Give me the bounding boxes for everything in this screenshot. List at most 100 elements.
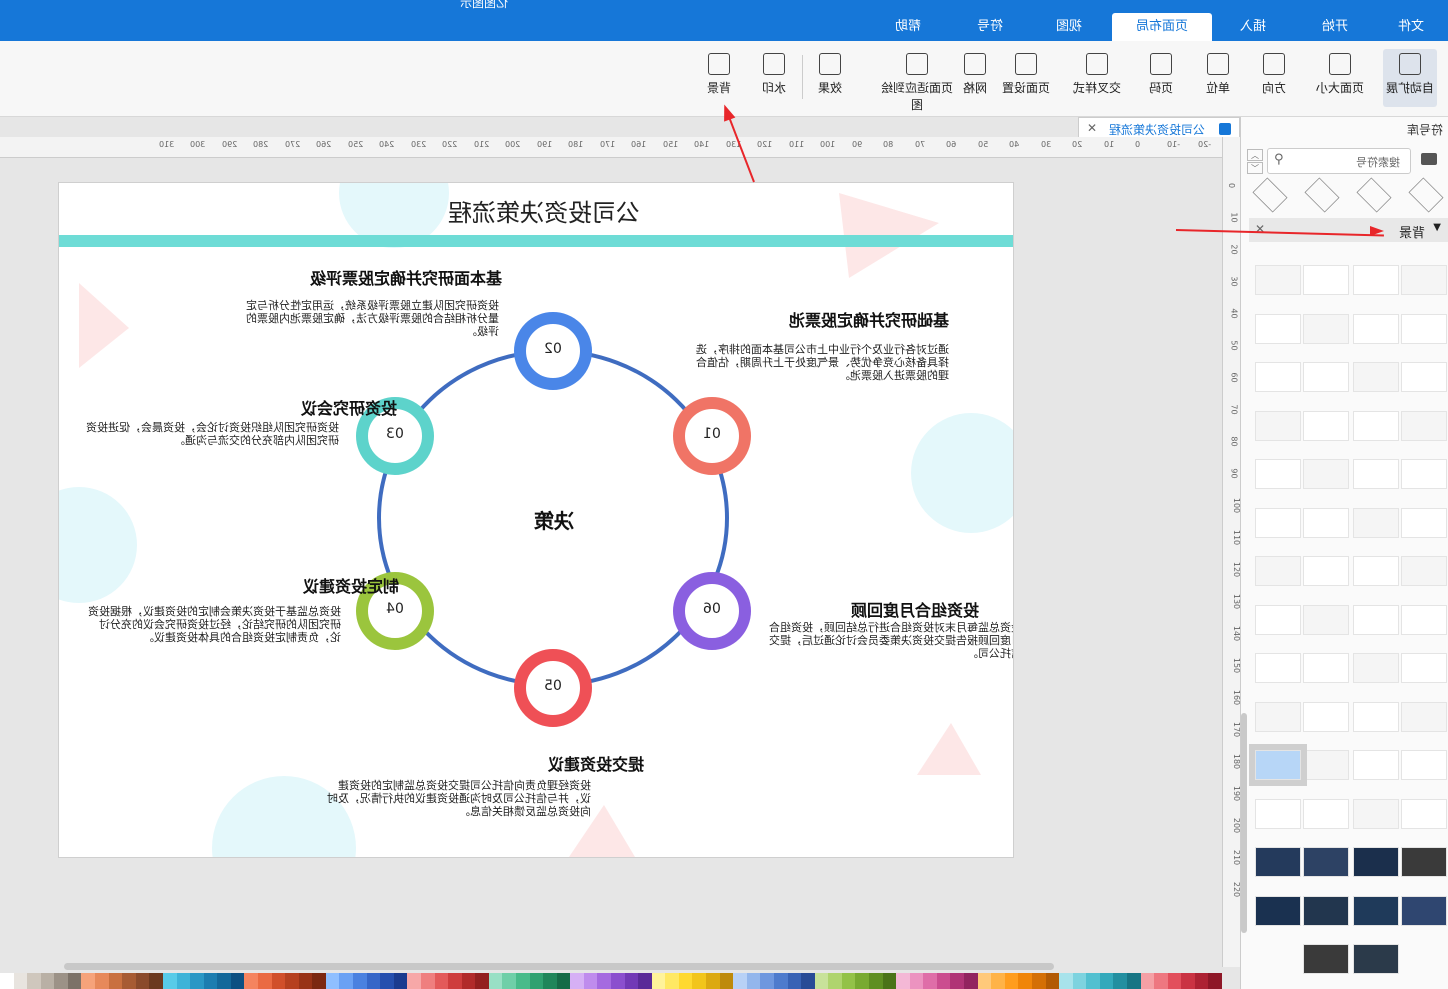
palette-swatch[interactable]: [1194, 973, 1209, 989]
palette-swatch[interactable]: [393, 973, 408, 989]
palette-swatch[interactable]: [502, 973, 516, 989]
background-thumbnail[interactable]: [1303, 507, 1349, 538]
palette-swatch[interactable]: [1018, 973, 1032, 989]
background-thumbnail[interactable]: [1401, 459, 1447, 489]
step-title[interactable]: 投资组合月度回顾: [839, 597, 979, 621]
background-thumbnail[interactable]: [1401, 895, 1447, 926]
palette-swatch[interactable]: [991, 973, 1005, 989]
symbol-search-input[interactable]: ⚲ 搜索符号: [1267, 148, 1411, 174]
palette-swatch[interactable]: [298, 973, 313, 989]
ribbon-button-5[interactable]: 交叉样式: [1068, 49, 1126, 107]
scroll-up-icon[interactable]: ︿: [1247, 149, 1263, 161]
background-thumbnail[interactable]: [1401, 362, 1447, 392]
palette-swatch[interactable]: [230, 973, 245, 989]
background-thumbnail[interactable]: [1401, 556, 1447, 586]
background-thumbnail[interactable]: [1303, 313, 1349, 344]
step-title[interactable]: 制定投资建议: [249, 573, 399, 597]
background-thumbnail[interactable]: [1353, 362, 1399, 392]
horizontal-scrollbar[interactable]: [64, 963, 1054, 970]
palette-swatch[interactable]: [624, 973, 639, 989]
palette-swatch[interactable]: [543, 973, 557, 989]
palette-swatch[interactable]: [733, 973, 747, 989]
palette-swatch[interactable]: [1086, 973, 1100, 989]
step-description[interactable]: 投资研究团队组织投资讨论会，投资晨会，促进投资研究团队内部充分的交流与沟通。: [77, 421, 339, 447]
shape-thumbnail[interactable]: [1356, 177, 1392, 213]
background-thumbnail[interactable]: [1303, 847, 1349, 877]
palette-swatch[interactable]: [814, 973, 829, 989]
palette-swatch[interactable]: [651, 973, 666, 989]
background-thumbnail[interactable]: [1401, 507, 1447, 538]
center-label[interactable]: 决策: [514, 505, 594, 534]
palette-swatch[interactable]: [570, 973, 584, 989]
shape-thumbnail[interactable]: [1304, 177, 1340, 213]
background-thumbnail[interactable]: [1255, 604, 1301, 635]
tab-3[interactable]: 页面布局: [1112, 13, 1212, 41]
background-thumbnail[interactable]: [1401, 701, 1447, 732]
step-description[interactable]: 通过对各行业及个行业中上市公司基本面的排序，选择具备核心竞争优势、景气度处于上升…: [687, 343, 949, 382]
background-thumbnail[interactable]: [1255, 507, 1301, 538]
palette-swatch[interactable]: [271, 973, 286, 989]
palette-swatch[interactable]: [81, 973, 96, 989]
step-title[interactable]: 提交投资建议: [484, 751, 644, 775]
background-thumbnail[interactable]: [1353, 410, 1399, 441]
background-thumbnail[interactable]: [1401, 798, 1447, 829]
palette-swatch[interactable]: [434, 973, 449, 989]
palette-swatch[interactable]: [190, 973, 204, 989]
background-thumbnail[interactable]: [1303, 410, 1349, 441]
background-thumbnail[interactable]: [1249, 744, 1307, 786]
palette-swatch[interactable]: [977, 973, 992, 989]
background-thumbnail[interactable]: [1303, 944, 1349, 974]
palette-swatch[interactable]: [27, 973, 41, 989]
ribbon-button-0[interactable]: 自动扩展: [1383, 49, 1437, 107]
palette-swatch[interactable]: [488, 973, 503, 989]
palette-swatch[interactable]: [244, 973, 258, 989]
background-thumbnail[interactable]: [1255, 313, 1301, 344]
palette-swatch[interactable]: [787, 973, 802, 989]
palette-swatch[interactable]: [149, 973, 163, 989]
scroll-down-icon[interactable]: ﹀: [1247, 162, 1263, 174]
ribbon-button-3[interactable]: 单位: [1198, 49, 1238, 107]
background-thumbnail[interactable]: [1255, 653, 1301, 683]
palette-swatch[interactable]: [1126, 973, 1141, 989]
palette-swatch[interactable]: [1140, 973, 1155, 989]
palette-swatch[interactable]: [1031, 973, 1046, 989]
step-title[interactable]: 基本面研究并确定股票评级: [304, 265, 502, 289]
step-description[interactable]: 投资总监每月末对投资组合进行总结回顾，投资组合月度回顾报告提交投资决策委员会讨论…: [764, 621, 1013, 660]
palette-swatch[interactable]: [611, 973, 625, 989]
step-description[interactable]: 投资研究团队建立股票评级系统，运用定性分析与定量分析相结合的股票评级方法，确定股…: [237, 299, 499, 338]
palette-swatch[interactable]: [936, 973, 951, 989]
ribbon-button-10[interactable]: 水印: [754, 49, 794, 107]
ribbon-button-7[interactable]: 网格: [956, 49, 994, 107]
step-title[interactable]: 基础研究并确定股票池: [787, 307, 949, 331]
background-thumbnail[interactable]: [1401, 750, 1447, 780]
tab-6[interactable]: 帮助: [882, 13, 934, 41]
palette-swatch[interactable]: [475, 973, 489, 989]
background-thumbnail[interactable]: [1303, 701, 1349, 732]
ribbon-button-6[interactable]: 页面设置: [1001, 49, 1051, 107]
palette-swatch[interactable]: [257, 973, 272, 989]
background-thumbnail[interactable]: [1353, 653, 1399, 683]
background-thumbnail[interactable]: [1303, 798, 1349, 829]
palette-swatch[interactable]: [366, 973, 381, 989]
tab-5[interactable]: 符号: [966, 13, 1014, 41]
background-thumbnail[interactable]: [1401, 653, 1447, 683]
shape-thumbnail[interactable]: [1252, 177, 1288, 213]
palette-swatch[interactable]: [285, 973, 299, 989]
background-thumbnail[interactable]: [1303, 556, 1349, 586]
step-description[interactable]: 投资总监基于投资决策会制定的投资建议，根据投资研究团队的研究结论，经过投资研究会…: [79, 605, 341, 644]
library-menu-icon[interactable]: [1421, 153, 1437, 165]
background-thumbnail[interactable]: [1255, 459, 1301, 489]
background-thumbnail[interactable]: [1353, 944, 1399, 974]
background-thumbnail[interactable]: [1401, 604, 1447, 635]
ribbon-button-1[interactable]: 页面大小: [1313, 49, 1367, 107]
palette-swatch[interactable]: [40, 973, 55, 989]
background-thumbnail[interactable]: [1303, 750, 1349, 780]
background-thumbnail[interactable]: [1255, 410, 1301, 441]
palette-swatch[interactable]: [692, 973, 707, 989]
ribbon-button-4[interactable]: 页码: [1138, 49, 1184, 107]
tab-1[interactable]: 开始: [1310, 13, 1360, 41]
background-thumbnail[interactable]: [1353, 313, 1399, 344]
palette-swatch[interactable]: [380, 973, 394, 989]
palette-swatch[interactable]: [665, 973, 679, 989]
palette-swatch[interactable]: [54, 973, 68, 989]
